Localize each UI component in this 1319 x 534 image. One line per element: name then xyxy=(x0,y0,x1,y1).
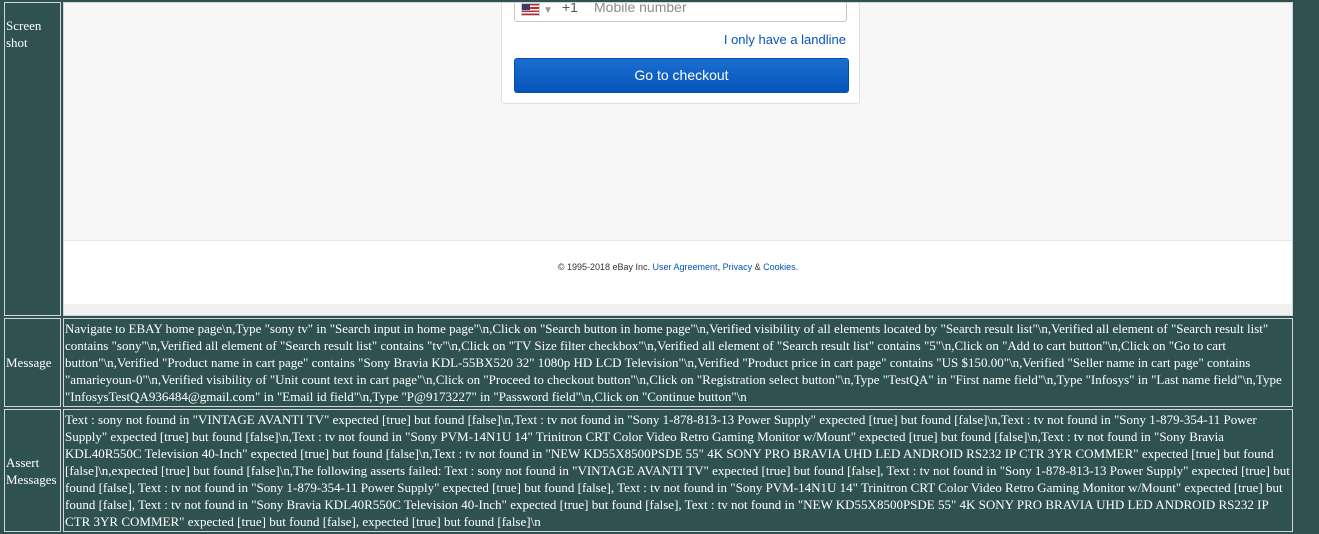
user-agreement-link[interactable]: User Agreement xyxy=(653,262,718,272)
mobile-number-placeholder[interactable]: Mobile number xyxy=(594,3,687,16)
assert-text: Text : sony not found in "VINTAGE AVANTI… xyxy=(65,412,1290,529)
footer-period: . xyxy=(795,262,799,272)
message-label-cell: Message xyxy=(4,318,61,407)
cookies-link[interactable]: Cookies xyxy=(763,262,796,272)
mobile-number-field[interactable]: ▼ +1 Mobile number xyxy=(514,2,847,22)
screenshot-row: Screen shot ▼ +1 Mobile number I only ha… xyxy=(4,2,1293,316)
assert-label-cell: Assert Messages xyxy=(4,409,61,532)
assert-row: Assert Messages Text : sony not found in… xyxy=(4,409,1293,532)
footer-copyright: © 1995-2018 eBay Inc. User Agreement, Pr… xyxy=(64,259,1292,276)
screenshot-cell: ▼ +1 Mobile number I only have a landlin… xyxy=(63,2,1293,316)
assert-cell: Text : sony not found in "VINTAGE AVANTI… xyxy=(63,409,1293,532)
page-footer: © 1995-2018 eBay Inc. User Agreement, Pr… xyxy=(64,240,1292,305)
footer-ampersand: & xyxy=(754,262,761,272)
privacy-link[interactable]: Privacy xyxy=(723,262,753,272)
screenshot-label-cell: Screen shot xyxy=(4,2,61,316)
chevron-down-icon[interactable]: ▼ xyxy=(543,3,553,19)
landline-link[interactable]: I only have a landline xyxy=(724,31,846,48)
assert-label: Assert Messages xyxy=(6,454,57,487)
message-text: Navigate to EBAY home page\n,Type "sony … xyxy=(65,321,1282,404)
message-row: Message Navigate to EBAY home page\n,Typ… xyxy=(4,318,1293,407)
checkout-card: ▼ +1 Mobile number I only have a landlin… xyxy=(501,2,860,104)
go-to-checkout-button[interactable]: Go to checkout xyxy=(514,58,849,93)
us-flag-icon[interactable] xyxy=(521,3,540,16)
country-code: +1 xyxy=(562,2,578,15)
footer-separator: , xyxy=(717,262,721,272)
report-table: Screen shot ▼ +1 Mobile number I only ha… xyxy=(2,0,1295,534)
bottom-strip xyxy=(64,304,1292,315)
message-cell: Navigate to EBAY home page\n,Type "sony … xyxy=(63,318,1293,407)
copyright-text: © 1995-2018 eBay Inc. xyxy=(557,262,651,272)
message-label: Message xyxy=(6,355,52,370)
screenshot-label: Screen shot xyxy=(6,18,42,50)
